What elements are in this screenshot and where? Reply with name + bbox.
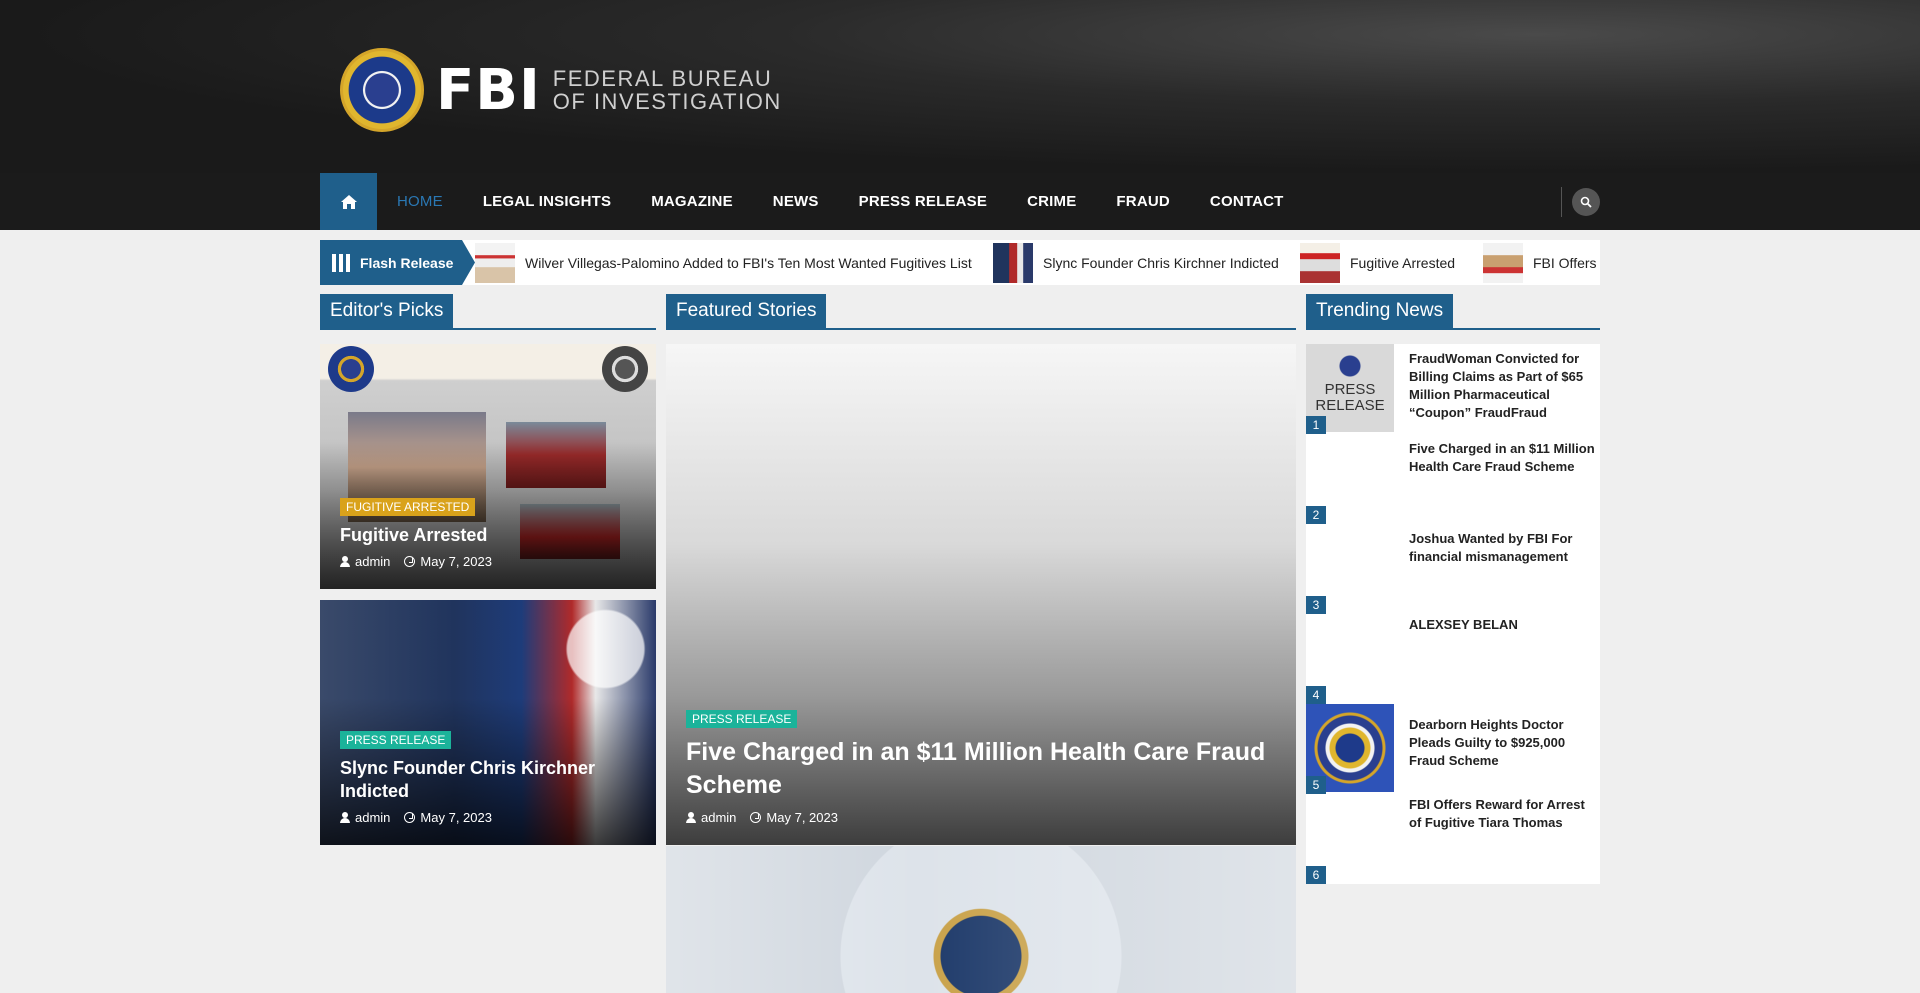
featured-story-card[interactable]: PRESS RELEASE Five Charged in an $11 Mil… (666, 344, 1296, 845)
trending-news-heading: Trending News (1306, 294, 1600, 330)
editors-pick-card[interactable]: FUGITIVE ARRESTED Fugitive Arrested admi… (320, 344, 656, 589)
category-tag[interactable]: PRESS RELEASE (686, 710, 798, 728)
main-nav: HOME LEGAL INSIGHTS MAGAZINE NEWS PRESS … (0, 173, 1920, 230)
search-button[interactable] (1572, 188, 1600, 216)
trending-title[interactable]: Joshua Wanted by FBI For financial misma… (1409, 530, 1599, 566)
trending-rank: 5 (1306, 776, 1326, 794)
national-security-seal-image (666, 846, 1296, 993)
search-icon (1580, 196, 1592, 208)
fbi-seal-icon (340, 48, 424, 132)
news-ticker: Flash Release Wilver Villegas-Palomino A… (320, 240, 1600, 285)
editors-picks-title: Editor's Picks (320, 294, 454, 328)
editors-pick-card[interactable]: PRESS RELEASE Slync Founder Chris Kirchn… (320, 600, 656, 845)
trending-title[interactable]: FraudWoman Convicted for Billing Claims … (1409, 350, 1599, 422)
trending-rank: 4 (1306, 686, 1326, 704)
post-date: May 7, 2023 (750, 810, 838, 825)
card-title[interactable]: Slync Founder Chris Kirchner Indicted (340, 757, 636, 802)
ticker-item-text: Wilver Villegas-Palomino Added to FBI's … (525, 254, 972, 271)
ticker-thumbnail (1483, 242, 1523, 283)
ticker-item[interactable]: Wilver Villegas-Palomino Added to FBI's … (475, 240, 972, 285)
author[interactable]: admin (340, 810, 390, 825)
ticker-thumbnail (993, 242, 1033, 283)
pause-icon[interactable] (332, 253, 350, 272)
flash-release-label: Flash Release (360, 254, 454, 271)
featured-stories-heading: Featured Stories (666, 294, 1296, 330)
trending-title[interactable]: Five Charged in an $11 Million Health Ca… (1409, 440, 1599, 476)
fbi-seal-icon (328, 346, 374, 392)
nav-item-news[interactable]: NEWS (773, 193, 819, 210)
post-date: May 7, 2023 (404, 810, 492, 825)
nav-divider (1561, 187, 1562, 217)
nav-item-legal-insights[interactable]: LEGAL INSIGHTS (483, 193, 611, 210)
category-tag[interactable]: PRESS RELEASE (340, 731, 452, 749)
site-logo[interactable]: FBI FEDERAL BUREAU OF INVESTIGATION (340, 48, 782, 132)
nav-item-home[interactable]: HOME (397, 193, 443, 210)
trending-item[interactable]: 3 Joshua Wanted by FBI For financial mis… (1306, 524, 1600, 614)
trending-news-list: 1 FraudWoman Convicted for Billing Claim… (1306, 344, 1600, 884)
home-button[interactable] (320, 173, 377, 230)
logo-subtitle-line2: OF INVESTIGATION (552, 89, 782, 114)
ticker-item[interactable]: Slync Founder Chris Kirchner Indicted (993, 240, 1279, 285)
logo-text: FBI (436, 57, 541, 123)
user-icon (340, 812, 350, 823)
category-tag[interactable]: FUGITIVE ARRESTED (340, 497, 476, 516)
card-title[interactable]: Fugitive Arrested (340, 524, 636, 547)
ticker-item[interactable]: FBI Offers I (1483, 240, 1600, 285)
ticker-item-text: Slync Founder Chris Kirchner Indicted (1043, 254, 1279, 271)
trending-item[interactable]: 1 FraudWoman Convicted for Billing Claim… (1306, 344, 1600, 434)
trending-title[interactable]: Dearborn Heights Doctor Pleads Guilty to… (1409, 716, 1599, 770)
trending-title[interactable]: ALEXSEY BELAN (1409, 616, 1599, 634)
flash-release-badge: Flash Release (320, 240, 475, 285)
user-icon (686, 812, 696, 823)
featured-stories-title: Featured Stories (666, 294, 827, 328)
author[interactable]: admin (686, 810, 736, 825)
home-icon (340, 194, 357, 209)
marshals-badge-icon (602, 346, 648, 392)
ticker-item-text: FBI Offers I (1533, 254, 1600, 271)
ticker-item[interactable]: Fugitive Arrested (1300, 240, 1455, 285)
trending-item[interactable]: 6 FBI Offers Reward for Arrest of Fugiti… (1306, 794, 1600, 884)
clock-icon (404, 812, 416, 823)
trending-item[interactable]: 2 Five Charged in an $11 Million Health … (1306, 434, 1600, 524)
trending-rank: 2 (1306, 506, 1326, 524)
ticker-thumbnail (1300, 242, 1340, 283)
editors-picks-heading: Editor's Picks (320, 294, 656, 330)
ticker-item-text: Fugitive Arrested (1350, 254, 1456, 271)
trending-rank: 3 (1306, 596, 1326, 614)
featured-story-card-next[interactable] (666, 846, 1296, 993)
post-date: May 7, 2023 (404, 554, 492, 569)
trending-rank: 6 (1306, 866, 1326, 884)
ticker-thumbnail (475, 242, 515, 283)
logo-subtitle-line1: FEDERAL BUREAU (552, 66, 773, 91)
nav-item-fraud[interactable]: FRAUD (1116, 193, 1170, 210)
featured-title[interactable]: Five Charged in an $11 Million Health Ca… (686, 736, 1276, 802)
clock-icon (750, 812, 762, 823)
user-icon (340, 556, 350, 567)
trending-title[interactable]: FBI Offers Reward for Arrest of Fugitive… (1409, 796, 1599, 832)
trending-item[interactable]: 5 Dearborn Heights Doctor Pleads Guilty … (1306, 704, 1600, 794)
trending-item[interactable]: 4 ALEXSEY BELAN (1306, 614, 1600, 704)
trending-news-title: Trending News (1306, 294, 1454, 328)
clock-icon (404, 556, 416, 567)
nav-item-crime[interactable]: CRIME (1027, 193, 1076, 210)
nav-item-contact[interactable]: CONTACT (1210, 193, 1284, 210)
nav-item-press-release[interactable]: PRESS RELEASE (859, 193, 987, 210)
nav-item-magazine[interactable]: MAGAZINE (651, 193, 733, 210)
author[interactable]: admin (340, 554, 390, 569)
logo-subtitle: FEDERAL BUREAU OF INVESTIGATION (553, 67, 782, 113)
site-header: FBI FEDERAL BUREAU OF INVESTIGATION (0, 0, 1920, 173)
trending-rank: 1 (1306, 416, 1326, 434)
